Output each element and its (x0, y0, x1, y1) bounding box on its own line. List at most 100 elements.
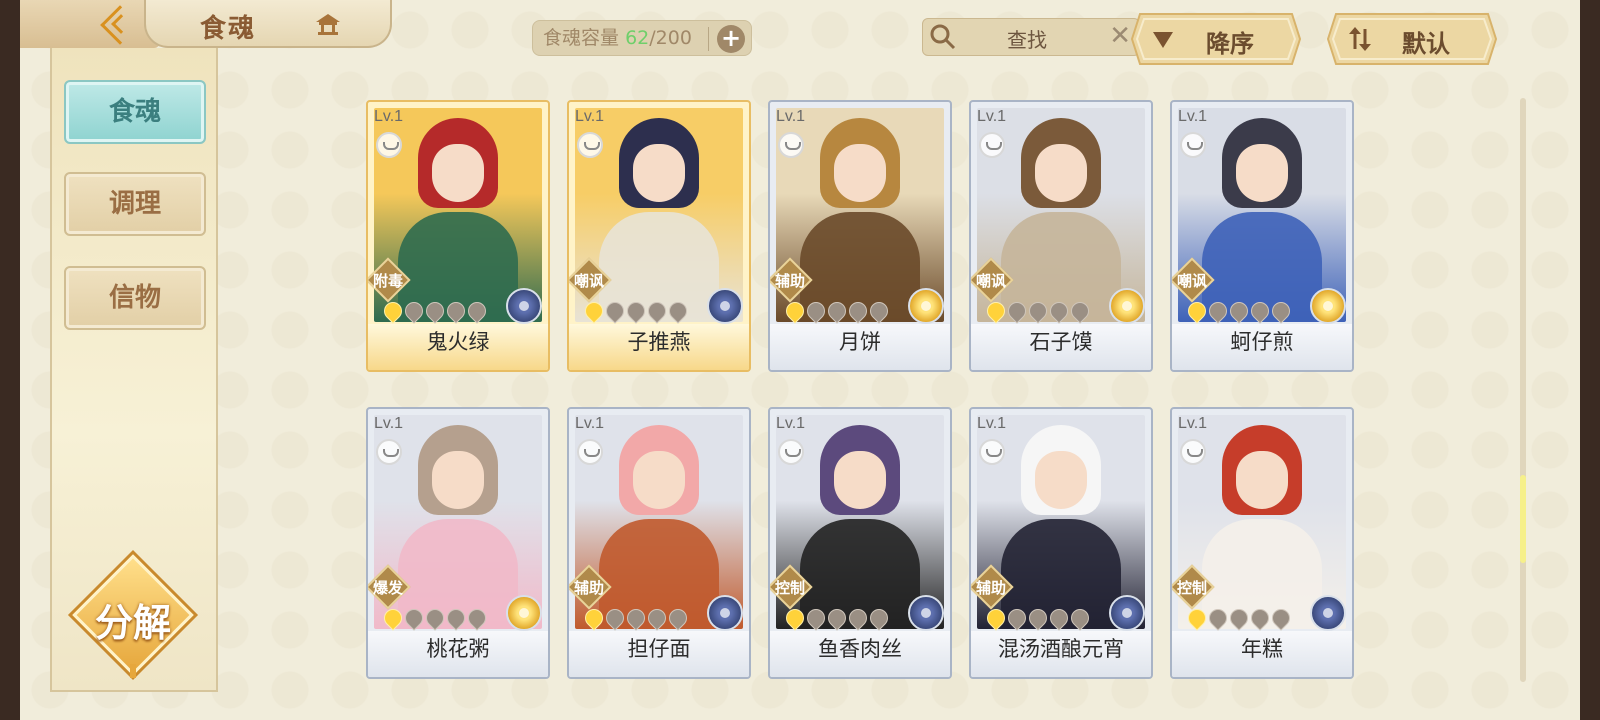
back-button[interactable] (20, 0, 160, 48)
clear-icon[interactable]: ✕ (1109, 21, 1131, 51)
search-icon (930, 24, 956, 50)
star-rating (380, 298, 514, 324)
sort-mode-label: 默认 (1402, 29, 1450, 58)
flame-star-icon (983, 605, 1009, 631)
flame-star-icon (665, 605, 691, 631)
role-badge: 辅助 (770, 257, 813, 303)
flame-star-icon (623, 605, 649, 631)
flame-star-icon (1025, 298, 1051, 324)
flame-star-icon (1226, 605, 1252, 631)
food-soul-card[interactable]: Lv.1 嘲讽 石子馍 (969, 100, 1153, 372)
role-label: 辅助 (975, 579, 1006, 597)
food-soul-card[interactable]: Lv.1 嘲讽 蚵仔煎 (1170, 100, 1354, 372)
character-face (432, 451, 484, 509)
role-badge: 嘲讽 (971, 257, 1014, 303)
food-soul-card[interactable]: Lv.1 嘲讽 子推燕 (567, 100, 751, 372)
flame-star-icon (422, 298, 448, 324)
sidebar-item-tokens[interactable]: 信物 (64, 266, 206, 330)
role-label: 附毒 (372, 272, 403, 290)
food-soul-card[interactable]: Lv.1 控制 鱼香肉丝 (768, 407, 952, 679)
character-face (633, 144, 685, 202)
role-label: 嘲讽 (975, 272, 1006, 290)
food-soul-card[interactable]: Lv.1 辅助 担仔面 (567, 407, 751, 679)
search-input[interactable]: 查找 ✕ (922, 18, 1140, 56)
character-face (1236, 451, 1288, 509)
food-soul-card[interactable]: Lv.1 辅助 月饼 (768, 100, 952, 372)
food-soul-card[interactable]: Lv.1 附毒 鬼火绿 (366, 100, 550, 372)
food-soul-card[interactable]: Lv.1 控制 年糕 (1170, 407, 1354, 679)
character-name: 鱼香肉丝 (818, 637, 902, 661)
flame-star-icon (782, 298, 808, 324)
flame-star-icon (1004, 298, 1030, 324)
character-name: 混汤酒酿元宵 (998, 637, 1124, 661)
capacity-current: 62 (625, 27, 650, 49)
sidebar-item-conditioning[interactable]: 调理 (64, 172, 206, 236)
flame-star-icon (803, 605, 829, 631)
flame-star-icon (443, 605, 469, 631)
character-face (432, 144, 484, 202)
bowl-icon (577, 439, 603, 465)
role-label: 辅助 (573, 579, 604, 597)
triangle-down-icon (1153, 32, 1173, 48)
flame-star-icon (845, 605, 871, 631)
sort-order-button[interactable]: 降序 (1130, 12, 1302, 66)
flame-star-icon (401, 605, 427, 631)
role-badge: 控制 (1172, 564, 1215, 610)
character-name: 年糕 (1241, 637, 1283, 661)
sort-mode-button[interactable]: 默认 (1326, 12, 1498, 66)
sidebar-item-food-souls[interactable]: 食魂 (64, 80, 206, 144)
flame-star-icon (1067, 605, 1093, 631)
flame-star-icon (464, 298, 490, 324)
star-rating (380, 605, 514, 631)
bowl-icon (1180, 132, 1206, 158)
home-pavilion-icon[interactable] (314, 12, 342, 36)
flame-star-icon (824, 298, 850, 324)
food-soul-card[interactable]: Lv.1 辅助 混汤酒酿元宵 (969, 407, 1153, 679)
role-badge: 辅助 (569, 564, 612, 610)
title-tab: 食魂 (144, 0, 392, 48)
star-rating (983, 298, 1117, 324)
flame-star-icon (464, 605, 490, 631)
flame-star-icon (1025, 605, 1051, 631)
star-rating (1184, 298, 1318, 324)
star-rating (581, 605, 715, 631)
element-flower-icon (506, 288, 542, 324)
star-rating (1184, 605, 1318, 631)
capacity-indicator: 食魂容量 62/200 + (532, 20, 752, 56)
role-badge: 附毒 (368, 257, 411, 303)
element-flower-icon (908, 595, 944, 631)
scrollbar[interactable] (1520, 98, 1526, 682)
page-title: 食魂 (200, 14, 257, 44)
flame-star-icon (1067, 298, 1093, 324)
element-flower-icon (1310, 595, 1346, 631)
capacity-label: 食魂容量 (543, 27, 620, 49)
bowl-icon (979, 439, 1005, 465)
flame-star-icon (1046, 605, 1072, 631)
food-soul-card[interactable]: Lv.1 爆发 桃花粥 (366, 407, 550, 679)
level-label: Lv.1 (1178, 108, 1208, 125)
decompose-label: 分解 (94, 600, 171, 645)
flame-star-icon (380, 298, 406, 324)
element-flower-icon (506, 595, 542, 631)
scrollbar-thumb[interactable] (1520, 475, 1526, 563)
flame-star-icon (866, 605, 892, 631)
search-placeholder: 查找 (1007, 28, 1047, 52)
flame-star-icon (1205, 605, 1231, 631)
character-name: 鬼火绿 (426, 330, 490, 354)
bowl-icon (778, 439, 804, 465)
character-name: 担仔面 (627, 637, 691, 661)
flame-star-icon (1205, 298, 1231, 324)
flame-star-icon (1184, 298, 1210, 324)
flame-star-icon (824, 605, 850, 631)
element-flower-icon (707, 288, 743, 324)
flame-star-icon (782, 605, 808, 631)
screen: 食魂 食魂容量 62/200 + 查找 ✕ 降序 默认 食魂 调理 信物 分解 … (20, 0, 1580, 720)
character-face (834, 144, 886, 202)
character-name: 子推燕 (627, 330, 691, 354)
decompose-button[interactable]: 分解 (72, 554, 194, 678)
flame-star-icon (1247, 298, 1273, 324)
add-capacity-button[interactable]: + (717, 25, 745, 53)
character-face (1236, 144, 1288, 202)
level-label: Lv.1 (374, 415, 404, 432)
role-label: 控制 (774, 579, 805, 597)
